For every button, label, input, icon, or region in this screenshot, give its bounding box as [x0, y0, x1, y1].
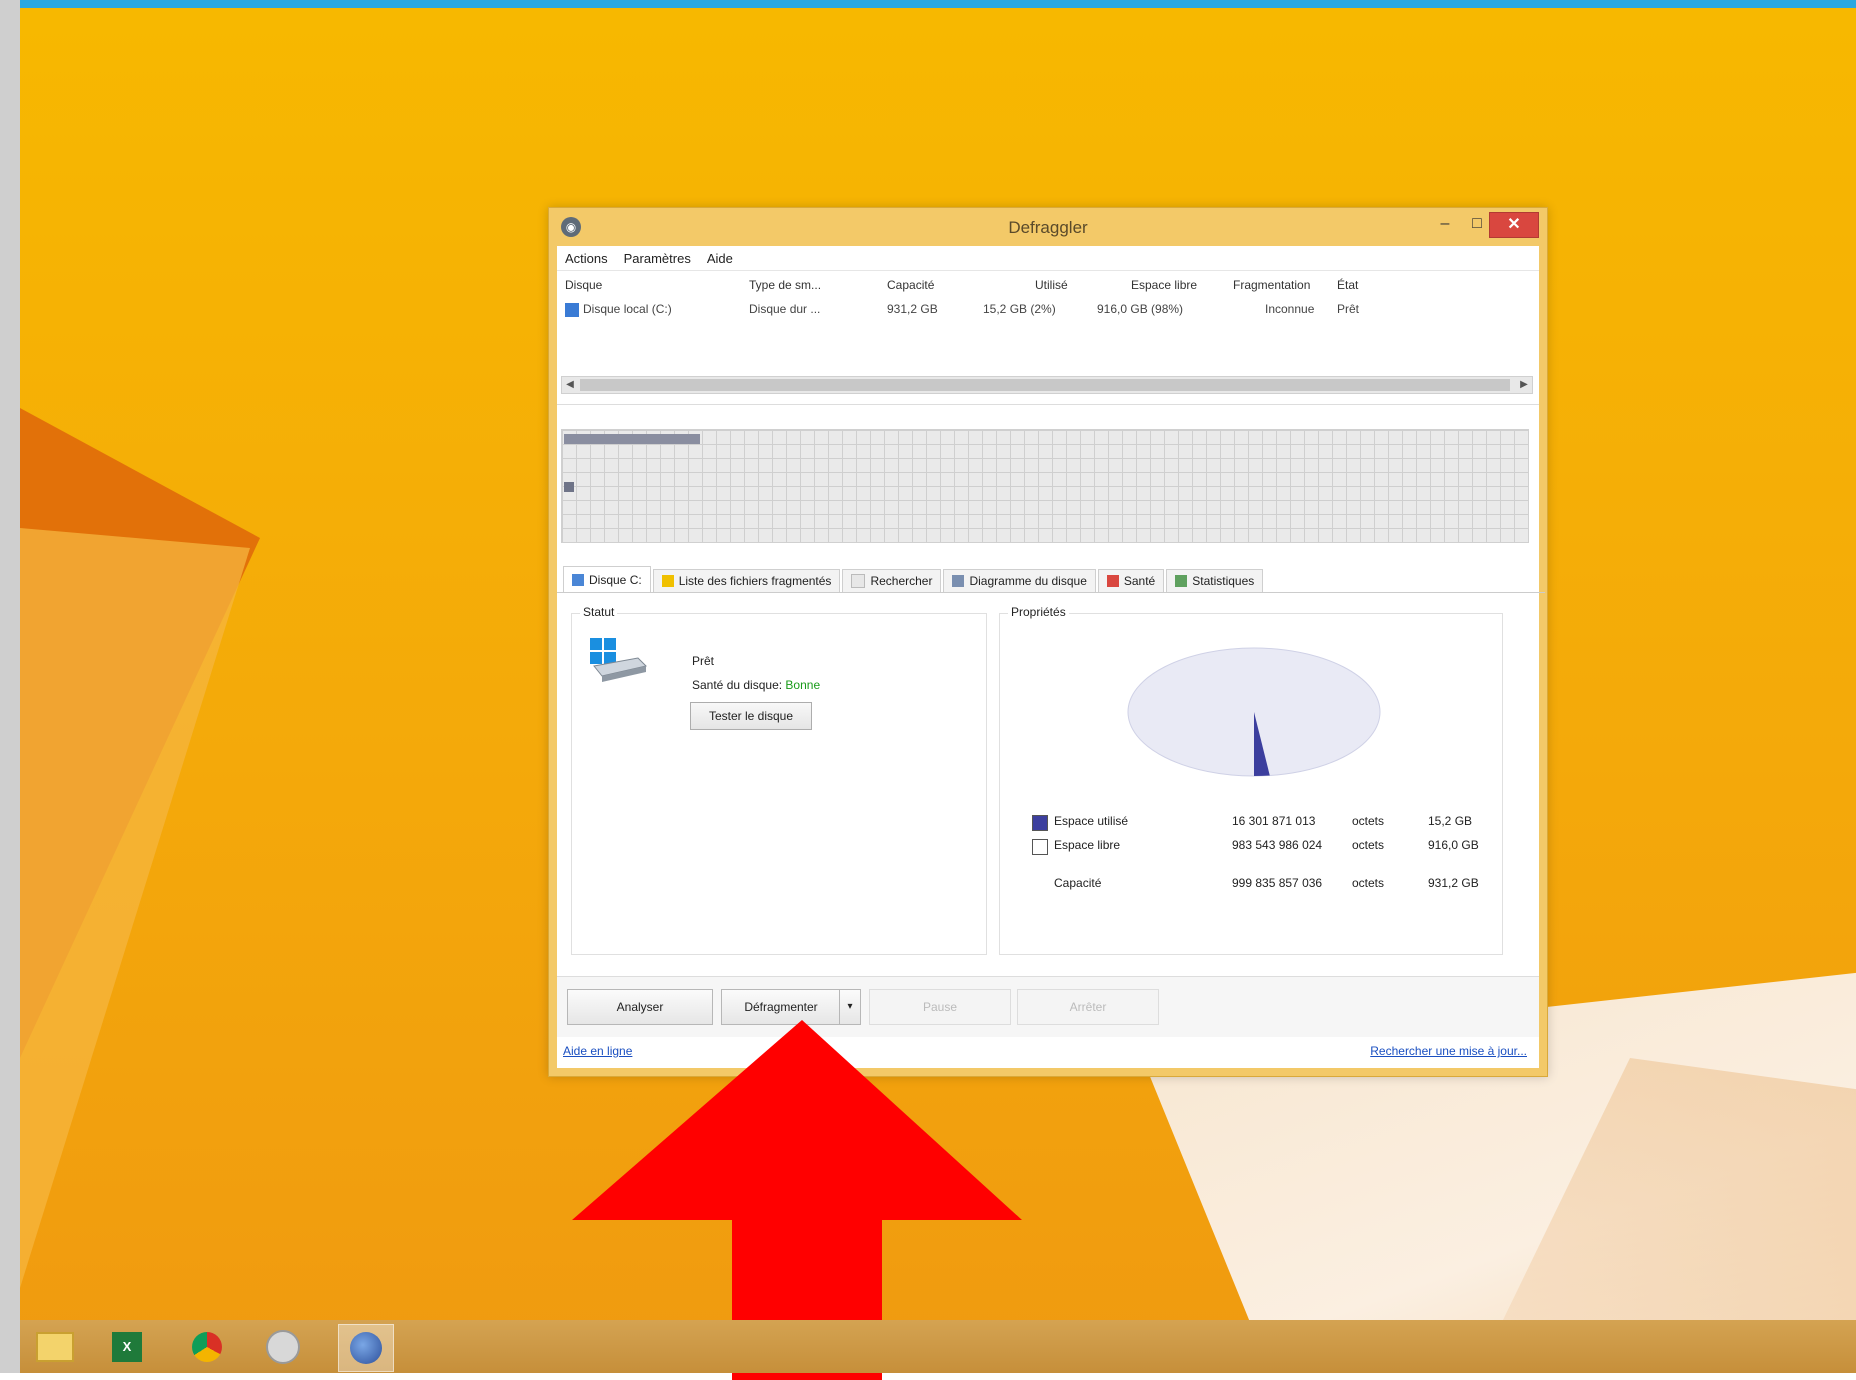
health-icon — [1106, 575, 1119, 587]
disk-free: 916,0 GB (98%) — [1097, 302, 1184, 316]
col-type[interactable]: Type de sm... — [749, 278, 821, 292]
tab-disk-c[interactable]: Disque C: — [563, 566, 651, 592]
window-title: Defraggler — [1008, 218, 1088, 237]
menu-aide[interactable]: Aide — [699, 251, 741, 266]
status-state: Prêt — [692, 654, 715, 668]
hdd-icon — [572, 573, 584, 586]
excel-icon[interactable]: X — [100, 1324, 154, 1370]
tab-label: Statistiques — [1192, 574, 1255, 588]
chrome-icon[interactable] — [180, 1324, 234, 1370]
disk-fragmentation: Inconnue — [1265, 302, 1315, 316]
legend-used: Espace utilisé 16 301 871 013 octets 15,… — [1032, 814, 1492, 832]
legend-used-size: 15,2 GB — [1428, 814, 1473, 828]
legend-free-label: Espace libre — [1054, 838, 1121, 852]
tab-panel: Statut Prêt Santé du disque: Bonne Teste… — [565, 603, 1529, 963]
settings-icon[interactable] — [256, 1324, 310, 1370]
tab-label: Santé — [1123, 574, 1156, 588]
legend-free: Espace libre 983 543 986 024 octets 916,… — [1032, 838, 1492, 856]
legend-free-bytes: 983 543 986 024 — [1232, 838, 1323, 852]
health-label: Santé du disque: — [692, 678, 783, 692]
window-client: Actions Paramètres Aide Disque Type de s… — [557, 246, 1545, 1068]
tab-strip: Disque C: Liste des fichiers fragmentés … — [557, 566, 1545, 593]
col-state[interactable]: État — [1337, 278, 1358, 292]
scroll-left-icon[interactable]: ◀ — [562, 377, 578, 393]
chart-icon — [952, 575, 965, 587]
search-icon — [851, 574, 866, 588]
properties-group: Propriétés Espace utilisé 16 301 871 013… — [999, 605, 1503, 955]
disk-usage-pie — [1127, 647, 1381, 777]
disk-type: Disque dur ... — [749, 302, 821, 316]
scroll-right-icon[interactable]: ▶ — [1516, 377, 1532, 393]
disk-state: Prêt — [1337, 302, 1360, 316]
horizontal-scrollbar[interactable]: ◀ ▶ — [561, 376, 1533, 394]
disk-name: Disque local (C:) — [583, 302, 672, 316]
hdd-icon — [565, 303, 579, 317]
tab-fragmented-files[interactable]: Liste des fichiers fragmentés — [652, 569, 841, 592]
menu-parametres[interactable]: Paramètres — [616, 251, 699, 266]
col-used[interactable]: Utilisé — [1035, 278, 1068, 292]
disk-list: Disque Type de sm... Capacité Utilisé Es… — [557, 272, 1539, 405]
legend-used-unit: octets — [1352, 814, 1385, 828]
properties-group-title: Propriétés — [1008, 605, 1069, 619]
legend-free-size: 916,0 GB — [1428, 838, 1479, 852]
minimize-button[interactable]: – — [1429, 212, 1461, 236]
health-line: Santé du disque: Bonne — [692, 678, 820, 692]
screen: ◉ Defraggler – □ ✕ Actions Paramètres Ai… — [0, 0, 1856, 1380]
left-edge-strip — [0, 0, 20, 1373]
legend-free-unit: octets — [1352, 838, 1385, 852]
defraggler-taskbar-icon[interactable] — [338, 1324, 394, 1372]
taskbar: X — [20, 1320, 1856, 1373]
used-swatch — [1032, 815, 1048, 831]
disk-list-header: Disque Type de sm... Capacité Utilisé Es… — [557, 278, 1539, 296]
status-group-title: Statut — [580, 605, 618, 619]
file-explorer-icon[interactable] — [28, 1324, 82, 1370]
status-group: Statut Prêt Santé du disque: Bonne Teste… — [571, 605, 987, 955]
col-disk[interactable]: Disque — [565, 278, 602, 292]
col-free[interactable]: Espace libre — [1131, 278, 1197, 292]
health-value: Bonne — [785, 678, 821, 692]
legend-capacity-label: Capacité — [1054, 876, 1102, 890]
hard-drive-icon — [590, 638, 647, 682]
col-capacity[interactable]: Capacité — [887, 278, 934, 292]
used-blocks — [564, 434, 700, 444]
stop-button[interactable]: Arrêter — [1017, 989, 1159, 1025]
legend-used-label: Espace utilisé — [1054, 814, 1129, 828]
legend-capacity-unit: octets — [1352, 876, 1385, 890]
title-bar[interactable]: ◉ Defraggler – □ ✕ — [549, 208, 1547, 246]
disk-capacity: 931,2 GB — [887, 302, 938, 316]
free-swatch — [1032, 839, 1048, 855]
disk-row[interactable]: Disque local (C:) Disque dur ... 931,2 G… — [557, 302, 1539, 320]
legend-used-bytes: 16 301 871 013 — [1232, 814, 1316, 828]
legend-capacity: Capacité 999 835 857 036 octets 931,2 GB — [1032, 876, 1492, 894]
tab-label: Rechercher — [870, 574, 933, 588]
defraggler-window: ◉ Defraggler – □ ✕ Actions Paramètres Ai… — [548, 207, 1548, 1077]
wallpaper-shape — [20, 528, 250, 1288]
warning-icon — [661, 575, 674, 587]
legend-capacity-bytes: 999 835 857 036 — [1232, 876, 1323, 890]
tab-search[interactable]: Rechercher — [842, 569, 942, 592]
test-disk-button[interactable]: Tester le disque — [690, 702, 812, 730]
scrollbar-thumb[interactable] — [580, 379, 1510, 391]
menu-actions[interactable]: Actions — [557, 251, 616, 266]
legend-capacity-size: 931,2 GB — [1428, 876, 1479, 890]
disk-used: 15,2 GB (2%) — [983, 302, 1056, 316]
used-block — [564, 482, 574, 492]
drive-map[interactable] — [561, 429, 1529, 543]
stats-icon — [1175, 575, 1188, 587]
tab-label: Diagramme du disque — [969, 574, 1087, 588]
col-fragmentation[interactable]: Fragmentation — [1233, 278, 1310, 292]
tab-label: Disque C: — [589, 572, 642, 587]
menu-bar: Actions Paramètres Aide — [557, 246, 1539, 271]
tab-label: Liste des fichiers fragmentés — [678, 574, 832, 588]
tab-health[interactable]: Santé — [1097, 569, 1165, 592]
tab-statistics[interactable]: Statistiques — [1166, 569, 1264, 592]
close-button[interactable]: ✕ — [1489, 212, 1539, 238]
tab-disk-diagram[interactable]: Diagramme du disque — [943, 569, 1096, 592]
check-update-link[interactable]: Rechercher une mise à jour... — [1370, 1044, 1527, 1058]
